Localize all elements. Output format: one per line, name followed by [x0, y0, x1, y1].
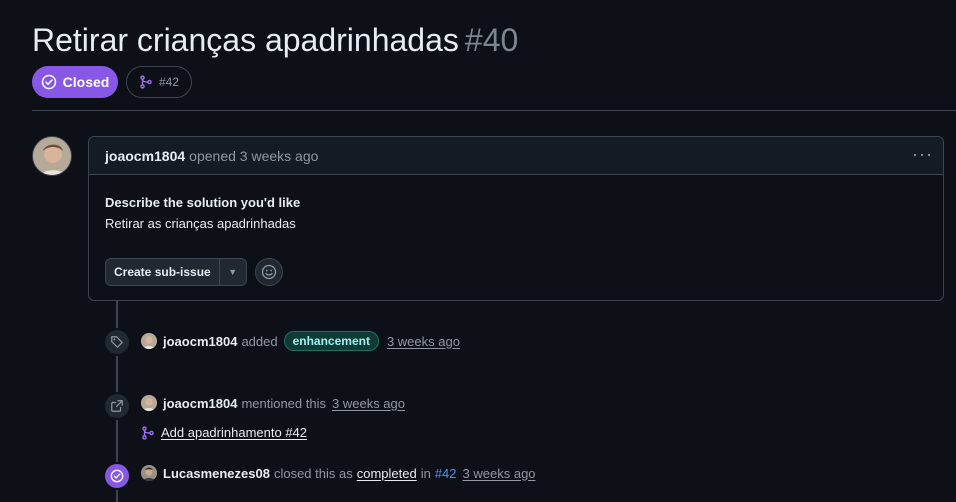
state-badge-closed: Closed	[32, 66, 118, 98]
tag-icon	[103, 328, 131, 356]
closing-pr-link[interactable]: #42	[435, 466, 457, 481]
timeline-event-closed: Lucasmenezes08 closed this as completed …	[141, 465, 536, 481]
event-avatar[interactable]	[141, 333, 157, 349]
header-divider	[32, 110, 956, 111]
issue-comment: joaocm1804 opened 3 weeks ago ··· Descri…	[88, 136, 944, 301]
cross-reference-icon	[103, 392, 131, 420]
event-verb: mentioned this	[241, 395, 326, 411]
comment-actions: Create sub-issue ▼	[105, 258, 283, 286]
create-sub-issue-split-button: Create sub-issue ▼	[105, 258, 247, 286]
issue-title: Retirar crianças apadrinhadas #40	[32, 22, 518, 59]
close-reason-link[interactable]: completed	[357, 466, 417, 481]
author-avatar[interactable]	[32, 136, 72, 176]
event-author[interactable]: joaocm1804	[163, 334, 237, 349]
avatar-image	[33, 137, 71, 175]
event-in: in	[420, 465, 431, 481]
check-circle-icon	[41, 74, 56, 90]
event-time[interactable]: 3 weeks ago	[463, 466, 536, 481]
comment-body: Describe the solution you'd like Retirar…	[89, 175, 943, 231]
linked-pr-button[interactable]: #42	[126, 66, 192, 98]
event-time[interactable]: 3 weeks ago	[332, 396, 405, 411]
kebab-menu-icon[interactable]: ···	[912, 145, 933, 163]
comment-header: joaocm1804 opened 3 weeks ago ···	[89, 137, 943, 175]
issue-title-text: Retirar crianças apadrinhadas	[32, 22, 459, 58]
timeline-event-mentioned: joaocm1804 mentioned this 3 weeks ago	[141, 395, 405, 411]
add-reaction-button[interactable]	[254, 258, 283, 286]
state-label: Closed	[62, 74, 110, 90]
issue-number: #40	[464, 22, 519, 58]
referenced-pr-title: Add apadrinhamento #42	[161, 425, 307, 440]
timeline-event-labeled: joaocm1804 added enhancement 3 weeks ago	[141, 331, 460, 351]
label-enhancement[interactable]: enhancement	[283, 331, 379, 351]
event-avatar[interactable]	[141, 395, 157, 411]
chevron-down-icon[interactable]: ▼	[220, 259, 246, 285]
event-verb: added	[241, 333, 278, 349]
create-sub-issue-button[interactable]: Create sub-issue	[106, 259, 220, 285]
check-circle-icon	[103, 462, 131, 490]
linked-pr-number: #42	[158, 75, 180, 89]
event-time[interactable]: 3 weeks ago	[387, 334, 460, 349]
comment-action: opened	[189, 147, 236, 164]
git-merge-icon	[142, 425, 154, 440]
event-author[interactable]: joaocm1804	[163, 396, 237, 411]
ref-number: #42	[285, 425, 308, 440]
git-merge-icon	[140, 75, 152, 89]
comment-heading: Describe the solution you'd like	[105, 195, 301, 210]
event-avatar[interactable]	[141, 465, 157, 481]
comment-time[interactable]: 3 weeks ago	[240, 148, 319, 164]
ref-title: Add apadrinhamento	[161, 425, 282, 440]
smiley-icon	[261, 264, 276, 280]
event-author[interactable]: Lucasmenezes08	[163, 466, 270, 481]
referenced-pr-link[interactable]: Add apadrinhamento #42	[141, 425, 307, 440]
event-verb: closed this as	[273, 465, 353, 481]
comment-author[interactable]: joaocm1804	[105, 148, 185, 164]
comment-text: Retirar as crianças apadrinhadas	[105, 216, 296, 231]
